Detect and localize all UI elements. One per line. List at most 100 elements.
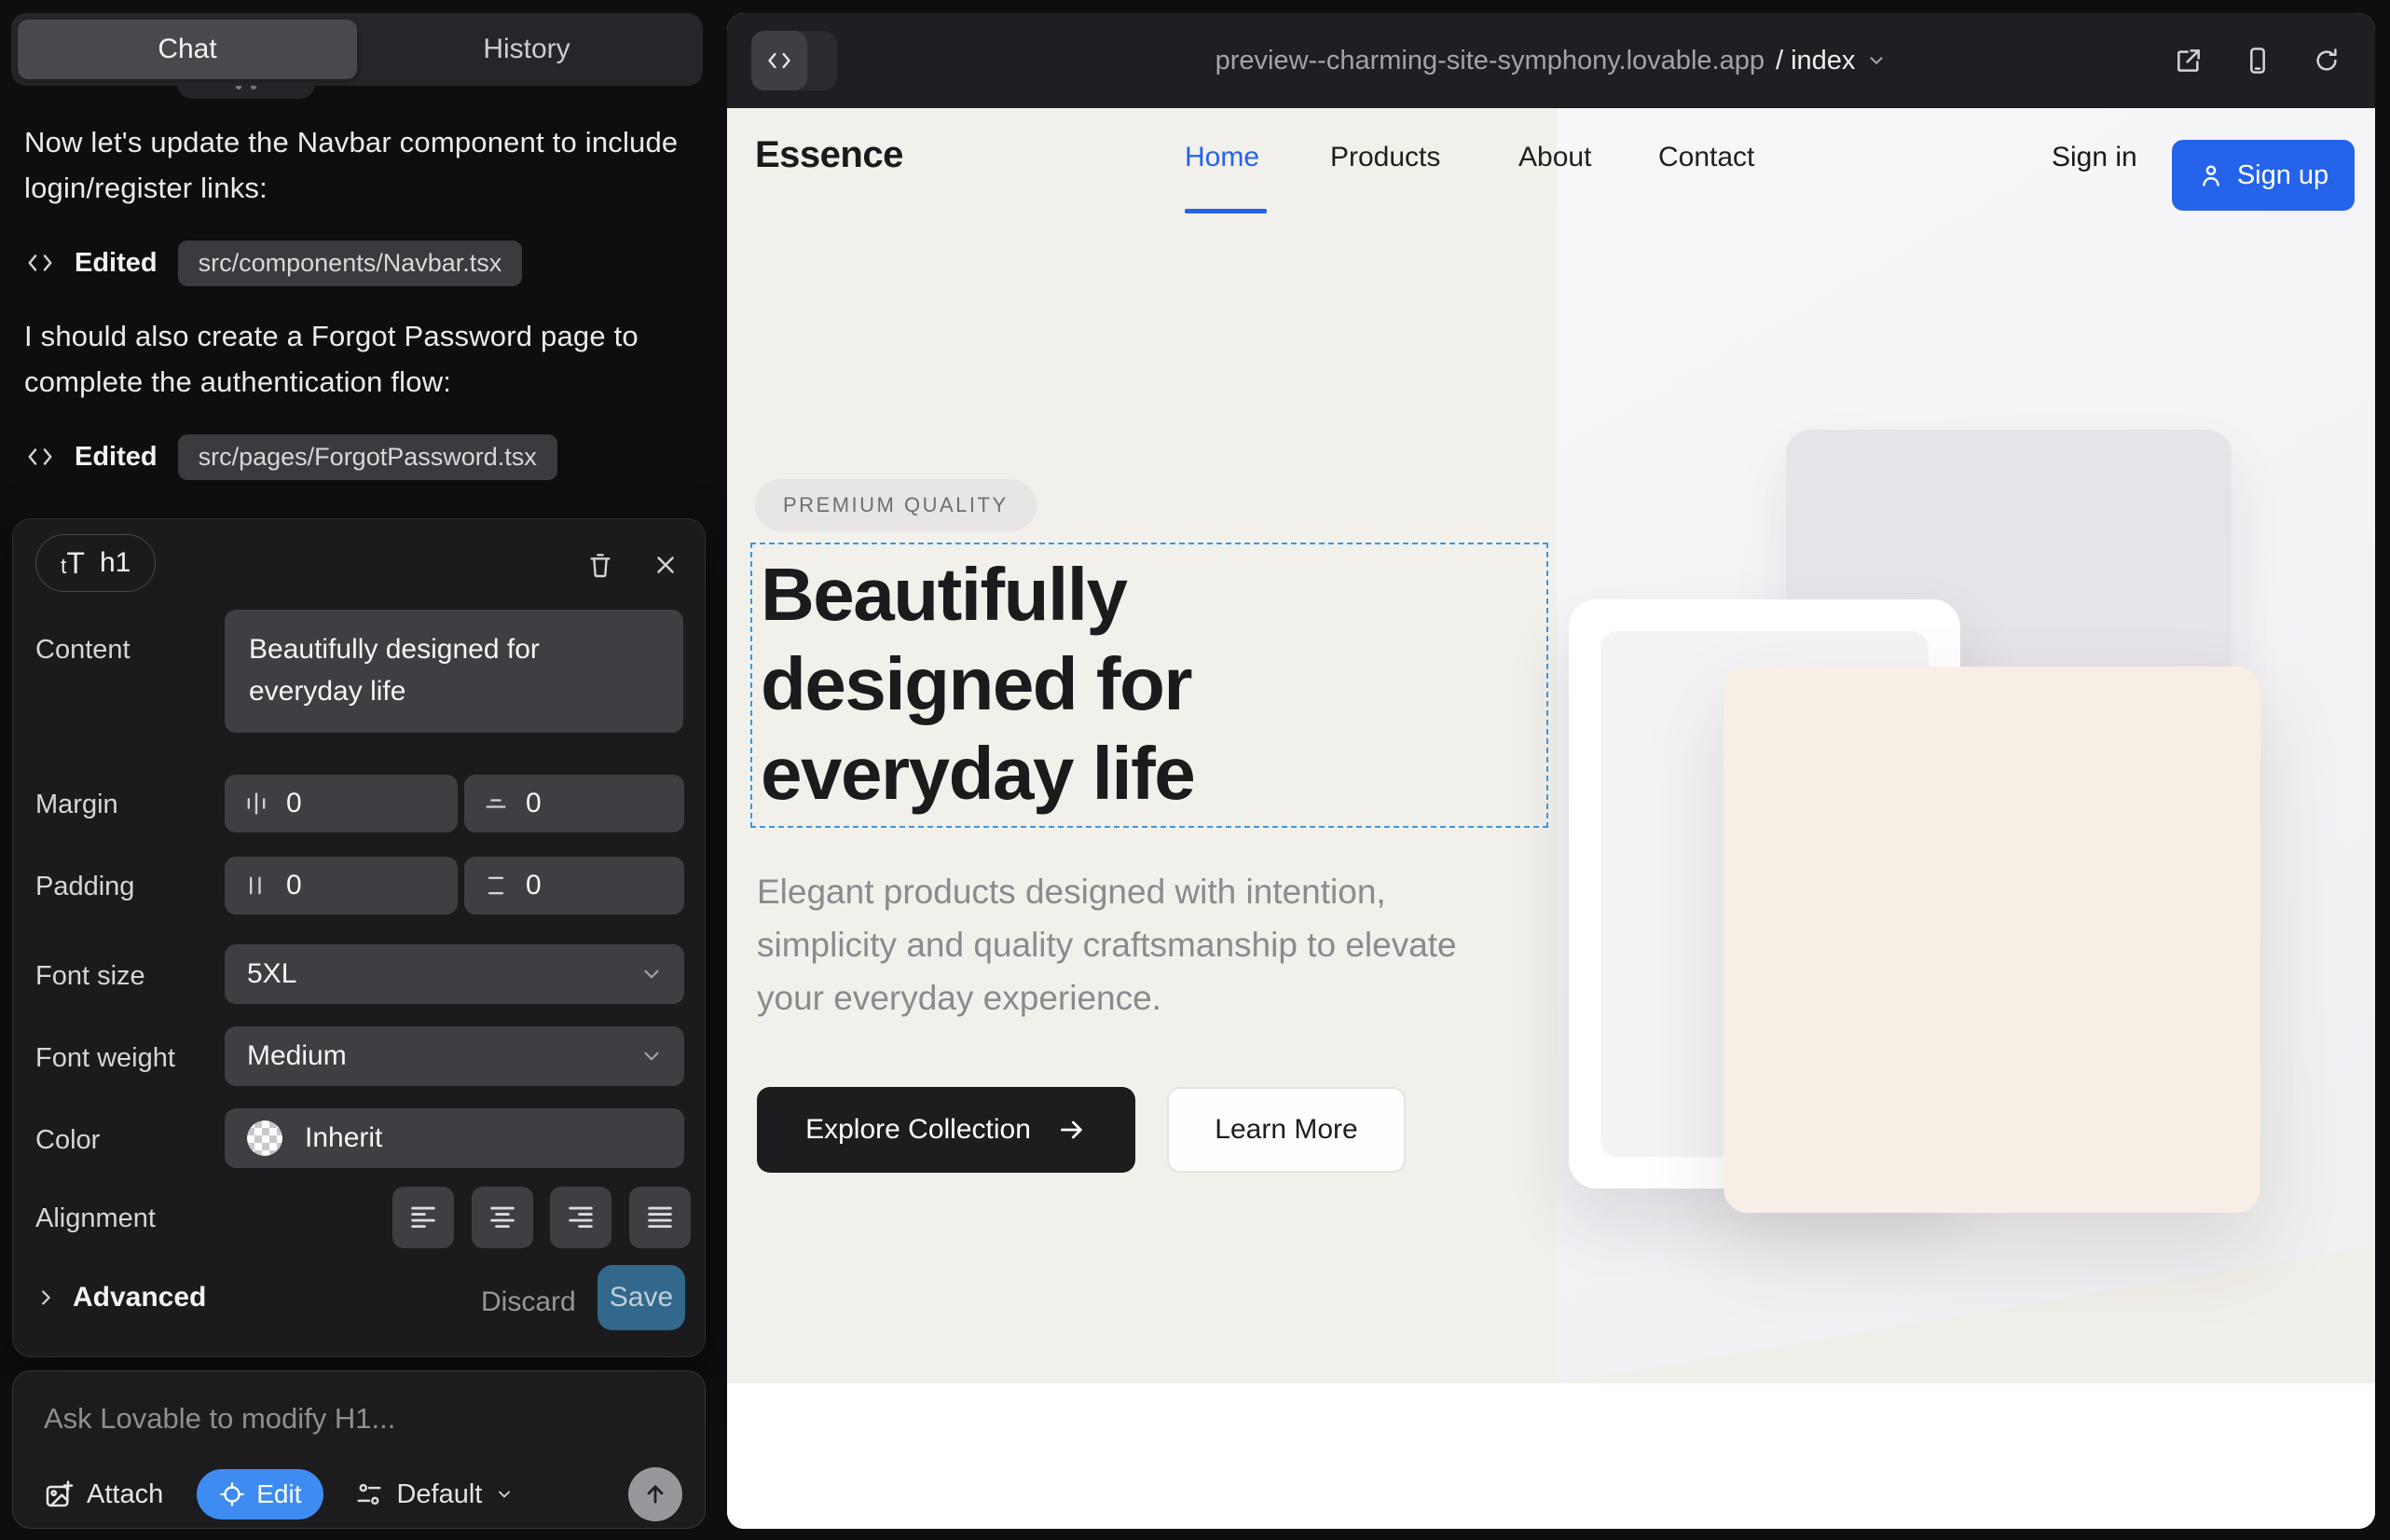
learn-more-button[interactable]: Learn More — [1167, 1087, 1406, 1173]
site-logo[interactable]: Essence — [755, 134, 903, 176]
refresh-button[interactable] — [2310, 44, 2343, 77]
align-left-button[interactable] — [392, 1187, 454, 1248]
tab-history[interactable]: History — [357, 20, 696, 79]
browser-actions — [2172, 13, 2343, 108]
signin-link[interactable]: Sign in — [2052, 142, 2137, 173]
font-weight-select[interactable]: Medium — [225, 1026, 684, 1086]
save-button[interactable]: Save — [598, 1265, 685, 1330]
user-icon — [2198, 162, 2224, 188]
explore-collection-label: Explore Collection — [805, 1114, 1031, 1146]
nav-link-contact[interactable]: Contact — [1658, 142, 1754, 173]
align-justify-icon — [644, 1202, 676, 1233]
edited-file-chip[interactable]: src/components/Navbar.tsx — [178, 241, 523, 286]
padding-horizontal-icon — [243, 873, 269, 899]
prompt-box[interactable]: Ask Lovable to modify H1... Attach Edit … — [12, 1370, 706, 1529]
active-link-underline — [1185, 209, 1267, 213]
align-right-icon — [565, 1202, 597, 1233]
margin-x-value: 0 — [286, 788, 302, 819]
close-editor-button[interactable] — [645, 544, 686, 585]
prompt-toolbar: Attach Edit Default — [44, 1468, 682, 1520]
chevron-down-icon — [495, 1485, 514, 1504]
code-icon — [24, 247, 56, 279]
delete-element-button[interactable] — [580, 544, 621, 585]
align-justify-button[interactable] — [629, 1187, 691, 1248]
file-edit-row[interactable]: Edited src/pages/ForgotPassword.tsx — [24, 433, 557, 481]
discard-button[interactable]: Discard — [481, 1286, 576, 1318]
file-edit-row[interactable]: Edited src/components/Navbar.tsx — [24, 239, 522, 287]
color-label: Color — [35, 1125, 100, 1156]
color-swatch — [247, 1121, 282, 1156]
align-center-button[interactable] — [472, 1187, 533, 1248]
url-path: / index — [1776, 46, 1855, 76]
hero-headline[interactable]: Beautifully designed for everyday life — [761, 550, 1292, 818]
hero-image-card-front — [1724, 667, 2260, 1213]
mobile-view-button[interactable] — [2241, 44, 2274, 77]
font-weight-label: Font weight — [35, 1043, 175, 1074]
chat-message: I should also create a Forgot Password p… — [24, 313, 682, 405]
content-label: Content — [35, 635, 130, 666]
arrow-right-icon — [1057, 1115, 1087, 1145]
padding-x-input[interactable]: 0 — [225, 857, 458, 914]
sidebar-tabs: Chat History — [11, 13, 703, 86]
margin-y-value: 0 — [526, 788, 542, 819]
padding-vertical-icon — [483, 873, 509, 899]
padding-y-input[interactable]: 0 — [464, 857, 684, 914]
chat-message: Now let's update the Navbar component to… — [24, 119, 682, 211]
sliders-icon — [355, 1480, 383, 1508]
nav-link-about[interactable]: About — [1518, 142, 1591, 173]
typography-icon: tT — [61, 546, 85, 581]
content-input[interactable]: Beautifully designed for everyday life — [225, 610, 683, 733]
color-value: Inherit — [305, 1122, 382, 1154]
section-below — [727, 1383, 2375, 1529]
url-domain: preview--charming-site-symphony.lovable.… — [1216, 46, 1765, 76]
smartphone-icon — [2243, 46, 2273, 76]
prompt-input[interactable]: Ask Lovable to modify H1... — [44, 1402, 395, 1436]
site-navbar: Essence Home Products About Contact Sign… — [727, 108, 2375, 214]
mode-select[interactable]: Default — [355, 1479, 514, 1510]
align-left-icon — [407, 1202, 439, 1233]
margin-vertical-icon — [483, 791, 509, 817]
preview-browser: preview--charming-site-symphony.lovable.… — [727, 13, 2375, 1529]
selected-element-pill[interactable]: tT h1 — [35, 534, 156, 592]
font-size-value: 5XL — [247, 958, 296, 990]
margin-x-input[interactable]: 0 — [225, 775, 458, 832]
attach-button[interactable]: Attach — [44, 1479, 163, 1510]
lovable-app: Chat History Now let's update the Navbar… — [0, 0, 2390, 1540]
chevron-down-icon — [639, 962, 664, 986]
margin-y-input[interactable]: 0 — [464, 775, 684, 832]
alignment-label: Alignment — [35, 1203, 156, 1234]
element-tag-label: h1 — [100, 547, 130, 579]
target-icon — [219, 1481, 245, 1507]
edit-action-label: Edited — [75, 248, 158, 279]
attach-label: Attach — [87, 1479, 163, 1510]
font-size-select[interactable]: 5XL — [225, 944, 684, 1004]
signup-button[interactable]: Sign up — [2172, 140, 2355, 211]
send-button[interactable] — [628, 1467, 682, 1521]
nav-link-home[interactable]: Home — [1185, 142, 1259, 173]
url-bar[interactable]: preview--charming-site-symphony.lovable.… — [727, 13, 2375, 108]
margin-horizontal-icon — [243, 791, 269, 817]
edit-mode-button[interactable]: Edit — [197, 1469, 323, 1519]
hero-badge: PREMIUM QUALITY — [755, 479, 1037, 531]
code-icon — [24, 441, 56, 473]
tab-chat[interactable]: Chat — [18, 20, 357, 79]
external-link-icon — [2174, 46, 2204, 76]
edited-file-chip[interactable]: src/pages/ForgotPassword.tsx — [178, 434, 557, 480]
nav-link-products[interactable]: Products — [1330, 142, 1440, 173]
padding-label: Padding — [35, 872, 134, 902]
close-icon — [652, 551, 680, 579]
hero-cta-row: Explore Collection Learn More — [757, 1087, 1406, 1173]
browser-toolbar: preview--charming-site-symphony.lovable.… — [727, 13, 2375, 108]
font-size-label: Font size — [35, 961, 145, 992]
attach-image-icon — [44, 1479, 74, 1509]
chevron-down-icon — [639, 1044, 664, 1068]
signup-label: Sign up — [2237, 160, 2328, 191]
advanced-toggle[interactable]: Advanced — [35, 1282, 206, 1313]
align-center-icon — [487, 1202, 518, 1233]
explore-collection-button[interactable]: Explore Collection — [757, 1087, 1135, 1173]
align-right-button[interactable] — [550, 1187, 611, 1248]
color-select[interactable]: Inherit — [225, 1108, 684, 1168]
open-in-new-tab-button[interactable] — [2172, 44, 2205, 77]
arrow-up-icon — [642, 1481, 668, 1507]
selected-h1-outline[interactable]: Beautifully designed for everyday life — [750, 543, 1548, 828]
